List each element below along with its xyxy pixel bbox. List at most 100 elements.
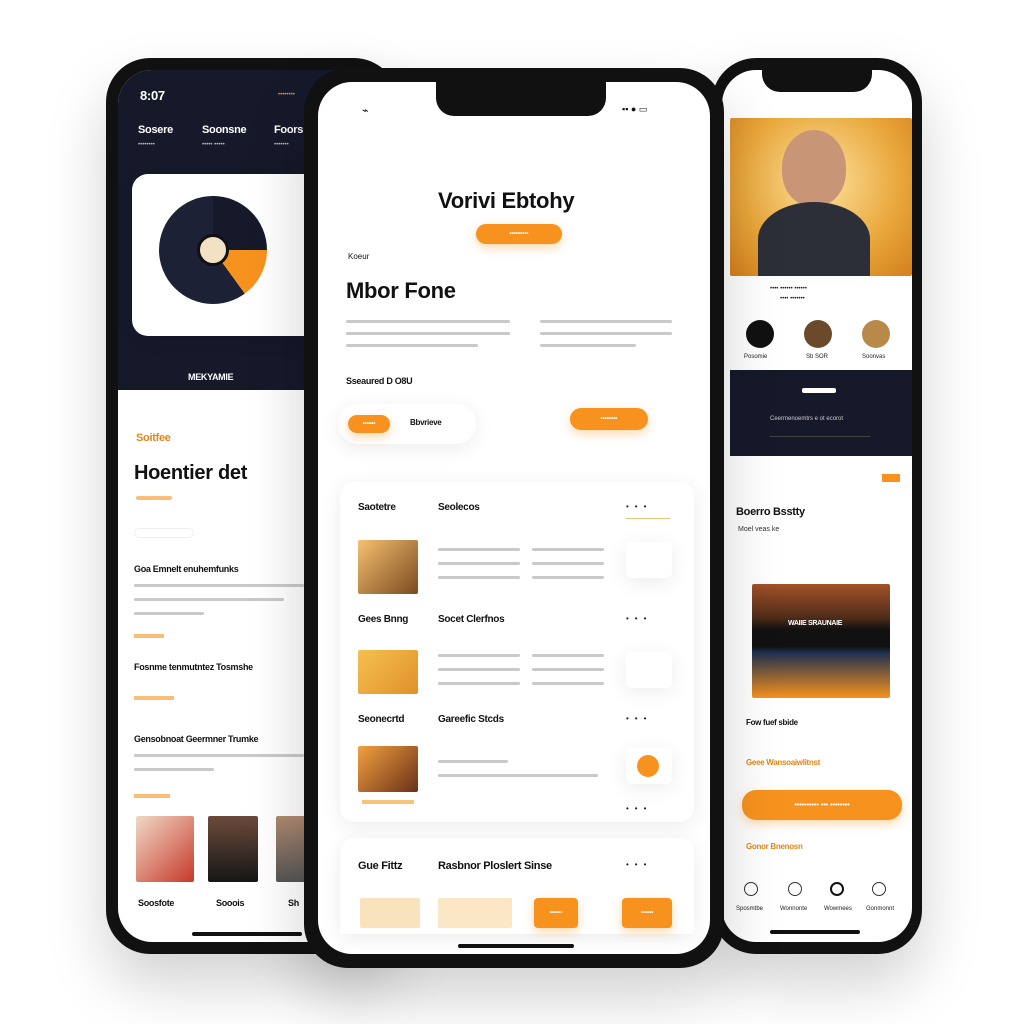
tab-icon-3[interactable]: [830, 882, 844, 896]
list-row-3-right-title: Gareefic Stcds: [438, 714, 504, 725]
tab-icon-2[interactable]: [788, 882, 802, 896]
bottom-card: Gue Fittz Rasbnor Ploslert Sinse ••• •••…: [340, 838, 694, 934]
left-headline: Hoentier det: [134, 462, 248, 484]
list-row-1-right-title: Seolecos: [438, 502, 480, 513]
tab-label-1: Sposmtbe: [736, 906, 764, 912]
album-card[interactable]: [132, 174, 322, 336]
row-3-action-tile[interactable]: [626, 748, 672, 784]
person-photo-2[interactable]: [208, 816, 258, 882]
left-section-3-title: Gensobnoat Geermner Trumke: [134, 734, 259, 744]
row-2-more-icon[interactable]: •••: [626, 614, 652, 623]
chip-filter[interactable]: [134, 528, 194, 538]
text-line: [134, 584, 304, 587]
badge-accent: [882, 474, 900, 482]
tab-icon-4[interactable]: [872, 882, 886, 896]
bottom-thumb-2[interactable]: [438, 898, 512, 928]
text-line: [134, 754, 304, 757]
right-phone-frame: •••• •••••• •••••• •••• ••••••• Posomie …: [712, 58, 922, 954]
menu-icon[interactable]: ⌁: [362, 104, 369, 117]
middle-notch: [436, 82, 606, 116]
home-indicator: [458, 944, 574, 948]
text-line: [134, 768, 214, 771]
row-1-action-tile[interactable]: [626, 542, 672, 578]
person-photo-1[interactable]: [136, 816, 194, 882]
accent-line: [136, 496, 172, 500]
home-indicator: [770, 930, 860, 934]
primary-cta-button[interactable]: •••••••••• ••• ••••••••: [742, 790, 902, 820]
mockup-stage: 8:07 •••••••• Sosere •••••••• Soonsne ••…: [0, 0, 1024, 1024]
tag-label: Soitfee: [136, 432, 171, 444]
nav-item-1-sub: ••••••••: [138, 142, 155, 148]
right-link[interactable]: Gonor Bnenosn: [746, 842, 803, 851]
list-row-2-right-title: Socet Clerfnos: [438, 614, 505, 625]
left-section-2-title: Fosnme tenmutntez Tosmshe: [134, 662, 253, 672]
icon-label-3: Soonvas: [862, 354, 886, 360]
middle-phone-frame: ⌁ ▪▪ ● ▭ Vorivi Ebtohy ••••••••• Koeur M…: [304, 68, 724, 968]
right-section-sub: Moel veas ke: [738, 526, 780, 533]
list-row-2-left-title: Gees Bnng: [358, 614, 409, 625]
middle-phone-screen: ⌁ ▪▪ ● ▭ Vorivi Ebtohy ••••••••• Koeur M…: [318, 82, 710, 954]
row-3-pager-icon[interactable]: •••: [626, 804, 652, 813]
dark-panel-caption: Ceermenoemtrs e ot ecorot: [770, 416, 844, 422]
accent-dash: [134, 696, 174, 700]
nav-item-3-sub: •••••••: [274, 142, 289, 148]
list-thumb-3[interactable]: [358, 746, 418, 792]
event-banner-image[interactable]: WAIIE SRAUNAIE: [752, 584, 890, 698]
list-row-3-left-title: Seonecrtd: [358, 714, 405, 725]
bottom-right-title: Rasbnor Ploslert Sinse: [438, 860, 552, 872]
text-line: [134, 612, 204, 615]
row-3-more-icon[interactable]: •••: [626, 714, 652, 723]
row-1-more-icon[interactable]: •••: [626, 502, 652, 511]
text-line: [134, 598, 284, 601]
nav-item-2-sub: ••••• •••••: [202, 142, 225, 148]
nav-item-3[interactable]: Foors: [274, 124, 303, 136]
text-line: [540, 344, 636, 347]
text-line: [540, 332, 672, 335]
segment-active[interactable]: ••••••: [348, 415, 390, 433]
profile-photo[interactable]: [730, 118, 912, 276]
bottom-more-icon[interactable]: •••: [626, 860, 652, 869]
icon-circle-3[interactable]: [862, 320, 890, 348]
status-indicators: ••••••••: [278, 92, 295, 98]
bottom-action-button-2[interactable]: ••••••: [622, 898, 672, 928]
tab-label-3: Wowmees: [824, 906, 852, 912]
bottom-thumb-1[interactable]: [360, 898, 420, 928]
right-row-1: Fow fuef sbide: [746, 718, 798, 727]
person-name-1: Soosfote: [138, 898, 175, 908]
tab-label-4: Gonmonnt: [866, 906, 895, 912]
text-line: [346, 344, 478, 347]
nav-item-2[interactable]: Soonsne: [202, 124, 247, 136]
bottom-action-button[interactable]: ••••••: [534, 898, 578, 928]
middle-headline: Mbor Fone: [346, 278, 456, 303]
row-2-action-tile[interactable]: [626, 652, 672, 688]
status-icons: ▪▪ ● ▭: [622, 104, 648, 114]
text-line: [346, 332, 510, 335]
right-section-title: Boerro Bsstty: [736, 506, 805, 518]
accent-dash: [134, 794, 170, 798]
bottom-left-title: Gue Fittz: [358, 860, 403, 872]
secondary-action-button[interactable]: ••••••••: [570, 408, 648, 430]
icon-circle-1[interactable]: [746, 320, 774, 348]
icon-label-1: Posomie: [744, 354, 768, 360]
meta-label: Sseaured D O8U: [346, 376, 413, 386]
segment-inactive[interactable]: Bbvrieve: [410, 418, 442, 427]
right-row-2: Geee Wansoaiwlitnst: [746, 758, 821, 767]
vinyl-record-icon: [159, 196, 267, 304]
tab-label-2: Wonnonte: [780, 906, 808, 912]
home-indicator: [192, 932, 302, 936]
list-thumb-2[interactable]: [358, 650, 418, 694]
icon-circle-2[interactable]: [804, 320, 832, 348]
right-notch: [762, 70, 872, 92]
list-thumb-1[interactable]: [358, 540, 418, 594]
kicker-label: Koeur: [348, 252, 370, 261]
nav-item-1[interactable]: Sosere: [138, 124, 173, 136]
profile-caption-2: •••• •••••••: [780, 296, 805, 302]
middle-title: Vorivi Ebtohy: [438, 188, 575, 213]
profile-caption-1: •••• •••••• ••••••: [770, 286, 807, 292]
person-name-2: Sooois: [216, 898, 245, 908]
person-name-3: Sh: [288, 898, 299, 908]
top-action-button[interactable]: •••••••••: [476, 224, 562, 244]
segmented-control[interactable]: •••••• Bbvrieve: [338, 404, 476, 444]
icon-label-2: Sb SOR: [806, 354, 829, 360]
tab-icon-1[interactable]: [744, 882, 758, 896]
